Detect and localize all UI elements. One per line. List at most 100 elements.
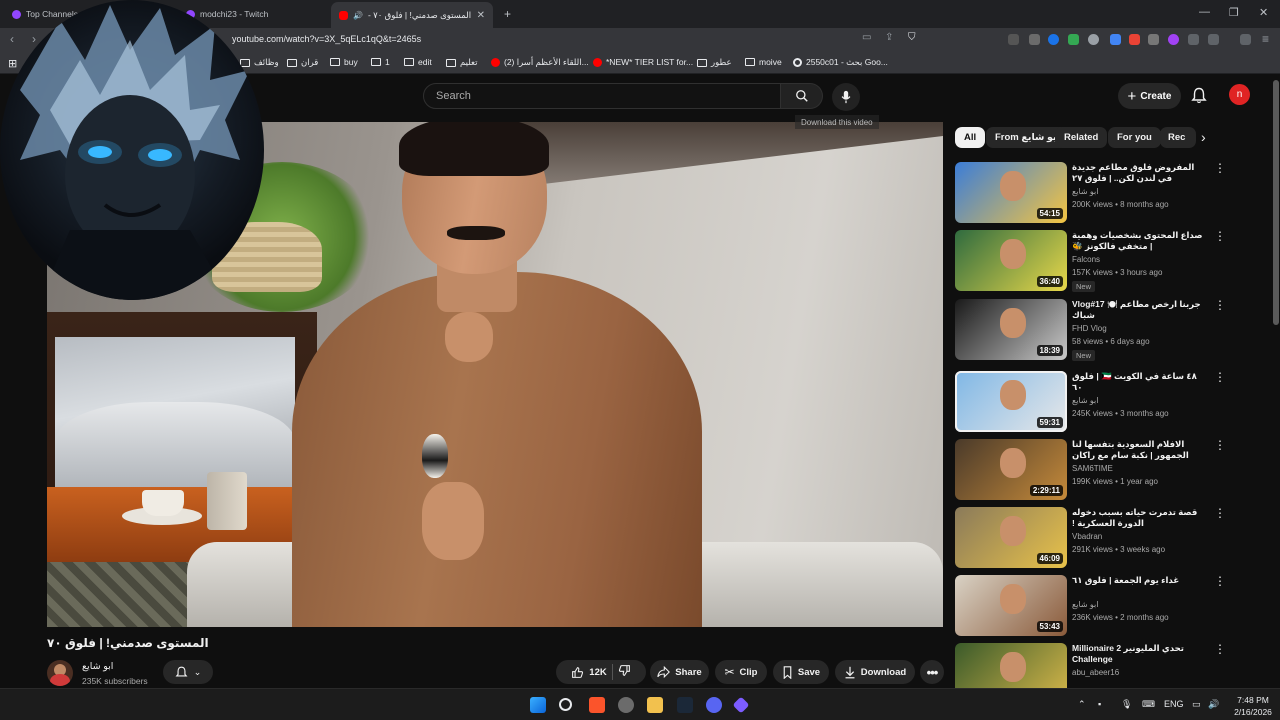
video-thumbnail[interactable]: 36:40 [955,230,1067,291]
more-actions-button[interactable]: ••• [920,660,944,684]
recommendation-channel[interactable]: FHD Vlog [1072,324,1107,333]
more-vertical-icon[interactable]: ⋮ [1214,507,1226,519]
tab-youtube-video[interactable]: 🔊 المستوى صدمني! | فلوق ٧٠ - ✕ [331,2,493,28]
video-thumbnail[interactable]: 53:43 [955,575,1067,636]
bookmark-item[interactable]: 1 [371,57,390,67]
channel-avatar[interactable] [47,660,73,686]
more-vertical-icon[interactable]: ⋮ [1214,299,1226,311]
chip-all[interactable]: All [955,127,986,148]
bookmark-item[interactable]: moive [745,57,782,67]
extension-icon[interactable] [1110,34,1121,45]
more-vertical-icon[interactable]: ⋮ [1214,230,1226,242]
recommendation-item[interactable]: 53:43 غداء يوم الجمعة | فلوق ٦١ ابو شايع 23… [955,575,1226,637]
recommendation-item[interactable]: 54:15 المفروض فلوق مطاعم جديدة في لندن لك… [955,162,1226,224]
recommendation-item[interactable]: 2:29:11 الافلام السعودية بتفسها لنا الجمه… [955,439,1226,501]
windows-start-icon[interactable] [530,697,546,713]
steam-icon[interactable] [677,697,693,713]
download-button[interactable]: Download [835,660,915,684]
file-explorer-icon[interactable] [647,697,663,713]
extension-icon[interactable] [1048,34,1059,45]
bookmark-item[interactable]: تعليم [446,57,478,68]
show-hidden-icons-icon[interactable]: ⌃ [1078,699,1086,710]
menu-icon[interactable]: ≡ [1262,32,1269,46]
recommendation-channel[interactable]: Vbadran [1072,532,1102,541]
recommendation-title[interactable]: صداع المحتوى بشخصيات وهمية | متخفي فالكو… [1072,230,1207,252]
extension-icon[interactable] [1168,34,1179,45]
recommendation-title[interactable]: قصة تدمرت حياته بسبب دخوله الدورة العسكر… [1072,507,1207,529]
language-indicator[interactable]: ENG [1164,699,1184,709]
chip-recent[interactable]: Rec [1160,127,1196,148]
recommendation-channel[interactable]: ابو شايع [1072,396,1098,405]
recommendation-item[interactable]: 18:39 Vlog#17 🍽️ جربنا ارخص مطاعم شباك FHD… [955,299,1226,361]
extension-icon[interactable] [1129,34,1140,45]
sidebar-icon[interactable] [1208,34,1219,45]
video-thumbnail[interactable]: 54:15 [955,162,1067,223]
extensions-puzzle-icon[interactable] [1188,34,1199,45]
more-vertical-icon[interactable]: ⋮ [1214,643,1226,655]
bookmark-item[interactable]: *NEW* TIER LIST for... [593,57,693,67]
volume-icon[interactable]: 🔊 [1208,699,1219,710]
recommendation-channel[interactable]: abu_abeer16 [1072,668,1119,677]
subscribed-notifications-button[interactable]: ⌄ [163,660,213,684]
recommendation-title[interactable]: المفروض فلوق مطاعم جديدة في لندن لكن.. |… [1072,162,1207,184]
voice-search-button[interactable] [832,83,860,111]
more-vertical-icon[interactable]: ⋮ [1214,371,1226,383]
app-icon[interactable] [732,696,750,714]
scrollbar-thumb[interactable] [1273,80,1279,325]
url-field[interactable]: youtube.com/watch?v=3X_5qELc1qQ&t=2465s [232,34,421,44]
recommendation-item[interactable]: 46:09 قصة تدمرت حياته بسبب دخوله الدورة ا… [955,507,1226,569]
video-thumbnail[interactable]: 46:09 [955,507,1067,568]
apps-grid-icon[interactable]: ⊞ [8,57,17,70]
share-page-icon[interactable]: ⇪ [885,32,893,43]
recommendation-item[interactable]: 36:40 صداع المحتوى بشخصيات وهمية | متخفي … [955,230,1226,292]
more-vertical-icon[interactable]: ⋮ [1214,439,1226,451]
channel-name[interactable]: ابو شايع [82,661,113,672]
close-window-icon[interactable]: ✕ [1259,6,1268,19]
bookmark-item[interactable]: عطور [697,57,732,68]
more-vertical-icon[interactable]: ⋮ [1214,575,1226,587]
search-icon[interactable] [559,698,572,711]
recommendation-channel[interactable]: SAM6TIME [1072,464,1113,473]
search-button[interactable] [781,83,823,109]
forward-icon[interactable]: › [32,32,36,46]
video-thumbnail[interactable]: 59:31 [955,371,1067,432]
maximize-icon[interactable]: ❐ [1229,6,1239,19]
bookmark-item[interactable]: buy [330,57,358,67]
recommendation-title[interactable]: الافلام السعودية بتفسها لنا الجمهور | نك… [1072,439,1207,461]
back-icon[interactable]: ‹ [10,32,14,46]
recommendation-channel[interactable]: Falcons [1072,255,1100,264]
microphone-icon[interactable]: 🎙 [1121,699,1132,710]
extension-icon[interactable] [1068,34,1079,45]
like-button[interactable]: 12K [571,666,607,679]
brave-browser-icon[interactable] [589,697,605,713]
dislike-button[interactable] [618,664,631,680]
chip-for-you[interactable]: For you [1108,127,1161,148]
volume-extension-icon[interactable] [1008,34,1019,45]
playlist-icon[interactable] [1240,34,1251,45]
chevron-right-icon[interactable]: › [1201,129,1206,145]
clock-date[interactable]: 2/16/2026 [1230,707,1276,717]
bookmark-item[interactable]: وظائف [240,57,279,68]
bookmark-item[interactable]: edit [404,57,432,67]
tray-app-icon[interactable]: ▪ [1098,699,1101,709]
minimize-icon[interactable]: — [1199,6,1210,18]
video-thumbnail[interactable]: 2:29:11 [955,439,1067,500]
recommendation-channel[interactable]: ابو شايع [1072,600,1098,609]
search-input[interactable]: Search [423,83,781,109]
bookmark-item[interactable]: قران [287,57,318,68]
close-tab-icon[interactable]: ✕ [477,10,485,21]
bookmark-item[interactable]: (2) اللقاء الأعظم أسرا... [491,57,589,68]
extension-icon[interactable] [1148,34,1159,45]
user-avatar[interactable]: n [1229,84,1250,105]
notifications-bell-icon[interactable] [1191,87,1207,104]
screen-cast-icon[interactable]: ▭ [862,32,871,43]
extension-icon[interactable] [1088,34,1099,45]
recommendation-title[interactable]: ٤٨ ساعة في الكويت 🇰🇼 | فلوق ٦٠ [1072,371,1207,393]
save-button[interactable]: Save [773,660,829,684]
clip-button[interactable]: ✂ Clip [715,660,767,684]
new-tab-button[interactable]: + [496,3,516,25]
create-button[interactable]: + Create [1118,83,1181,109]
recommendation-channel[interactable]: ابو شايع [1072,187,1098,196]
extension-icon[interactable] [1029,34,1040,45]
app-icon[interactable] [618,697,634,713]
